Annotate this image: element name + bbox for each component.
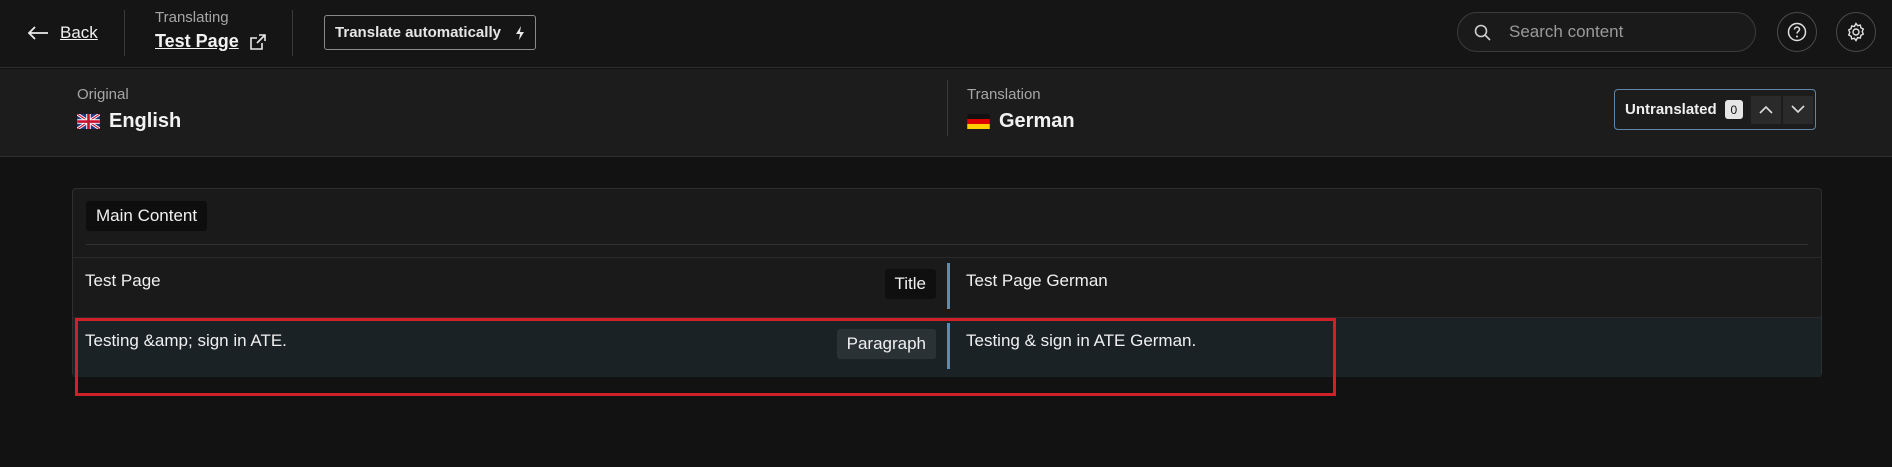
lightning-icon bbox=[515, 25, 524, 40]
gear-icon bbox=[1847, 22, 1865, 42]
target-text[interactable]: Test Page German bbox=[966, 271, 1108, 291]
page-link[interactable]: Test Page bbox=[155, 31, 267, 52]
translation-row[interactable]: Test Page Title Test Page German bbox=[73, 257, 1821, 317]
germany-flag-icon bbox=[967, 114, 990, 129]
translating-label: Translating bbox=[155, 9, 229, 26]
untranslated-filter[interactable]: Untranslated 0 bbox=[1614, 89, 1816, 130]
highlight-annotation bbox=[75, 318, 1336, 396]
original-label: Original bbox=[77, 86, 129, 103]
previous-untranslated-button[interactable] bbox=[1751, 95, 1781, 124]
field-type-badge: Title bbox=[884, 269, 936, 299]
row-divider bbox=[947, 263, 950, 309]
section-title: Main Content bbox=[86, 201, 208, 231]
divider bbox=[292, 10, 293, 56]
back-label: Back bbox=[60, 23, 98, 42]
help-icon bbox=[1787, 22, 1807, 42]
arrow-left-icon bbox=[27, 26, 48, 40]
help-button[interactable] bbox=[1777, 12, 1817, 52]
translate-automatically-button[interactable]: Translate automatically bbox=[324, 15, 536, 50]
language-bar: Original English Translation German Untr… bbox=[0, 69, 1892, 157]
translation-language-name: German bbox=[999, 110, 1075, 132]
page-name: Test Page bbox=[155, 31, 239, 51]
translate-automatically-label: Translate automatically bbox=[335, 24, 501, 41]
search-icon bbox=[1474, 24, 1491, 41]
next-untranslated-button[interactable] bbox=[1783, 95, 1813, 124]
untranslated-label: Untranslated bbox=[1625, 101, 1717, 118]
search-input[interactable] bbox=[1509, 22, 1739, 42]
divider bbox=[947, 80, 948, 136]
untranslated-count-badge: 0 bbox=[1724, 100, 1743, 119]
external-link-icon bbox=[249, 33, 266, 50]
translation-language: Translation German bbox=[967, 86, 1075, 133]
divider bbox=[86, 244, 1808, 245]
translation-label: Translation bbox=[967, 86, 1041, 103]
original-language-name: English bbox=[109, 110, 182, 132]
settings-button[interactable] bbox=[1836, 12, 1876, 52]
search-box[interactable] bbox=[1457, 12, 1756, 52]
chevron-down-icon bbox=[1791, 105, 1805, 114]
original-language: Original English bbox=[77, 86, 181, 133]
source-text: Test Page bbox=[85, 271, 161, 290]
back-link[interactable]: Back bbox=[26, 20, 98, 46]
uk-flag-icon bbox=[77, 114, 100, 129]
chevron-up-icon bbox=[1759, 105, 1773, 114]
breadcrumb: Translating Test Page bbox=[155, 9, 267, 52]
divider bbox=[124, 10, 125, 56]
top-bar: Back Translating Test Page Translate aut… bbox=[0, 0, 1892, 68]
